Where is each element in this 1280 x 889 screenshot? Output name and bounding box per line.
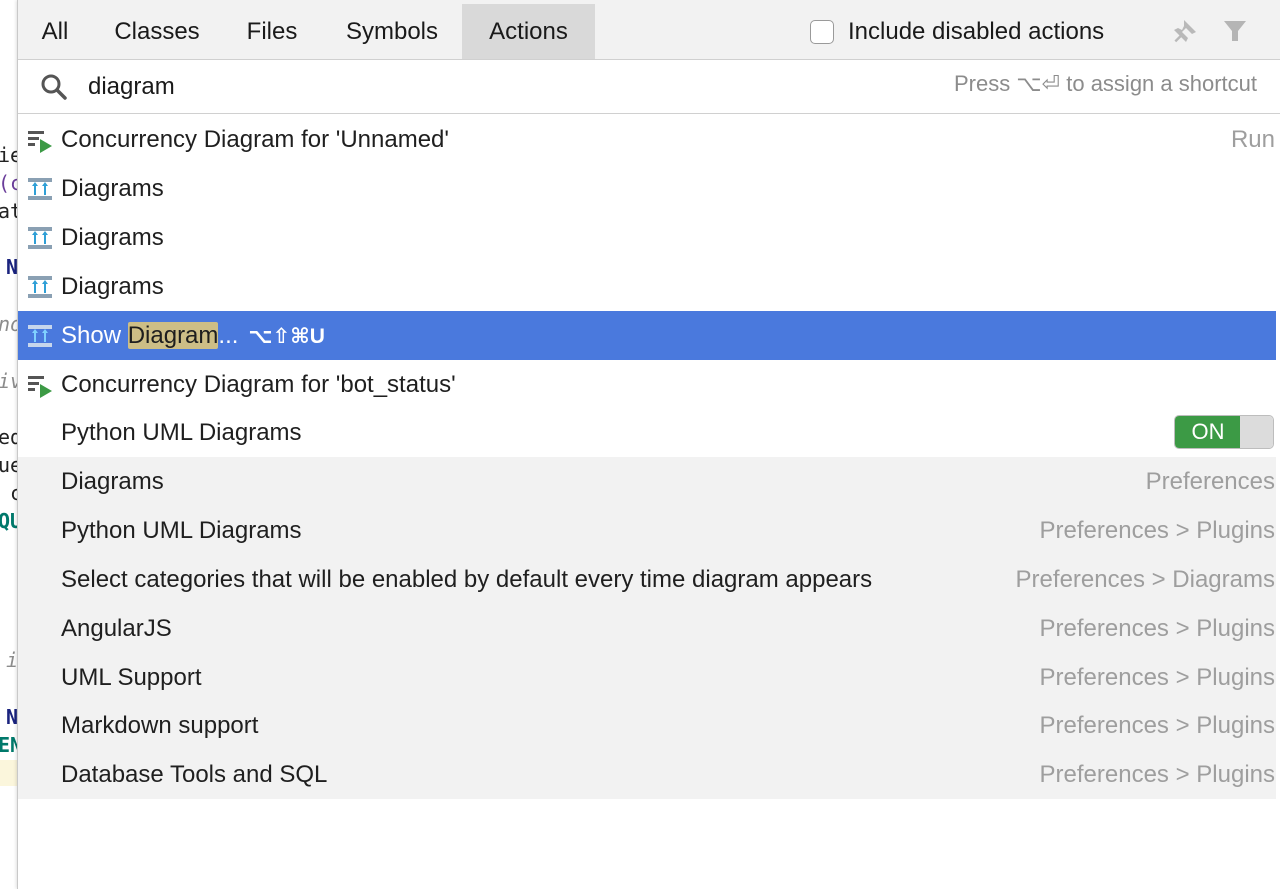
include-disabled-actions-option[interactable]: Include disabled actions bbox=[810, 17, 1104, 47]
assign-shortcut-hint: Press ⌥⏎ to assign a shortcut bbox=[953, 71, 1257, 96]
label-prefix: Show bbox=[61, 322, 128, 349]
editor-fragment: (c bbox=[0, 171, 18, 195]
tab-bar: All Classes Files Symbols Actions Includ… bbox=[18, 0, 1280, 60]
search-icon bbox=[41, 74, 67, 100]
result-item[interactable]: Diagrams bbox=[18, 262, 1276, 311]
editor-fragment: QU bbox=[0, 509, 18, 533]
background-editor: ie (c at N no iv ed ue c QU i N EN bbox=[0, 0, 18, 889]
diagram-icon bbox=[28, 276, 52, 298]
editor-fragment: ue bbox=[0, 453, 18, 477]
label-suffix: ... bbox=[218, 322, 239, 349]
run-concurrency-icon bbox=[28, 131, 52, 153]
preference-label: Select categories that will be enabled b… bbox=[61, 566, 873, 593]
keyboard-shortcut: ⌥⇧⌘U bbox=[248, 325, 325, 348]
result-label: Concurrency Diagram for 'bot_status' bbox=[61, 371, 456, 398]
diagram-icon bbox=[28, 325, 52, 347]
result-label: Python UML Diagrams bbox=[61, 419, 302, 446]
plugin-toggle[interactable]: ON bbox=[1174, 415, 1274, 449]
result-label: Concurrency Diagram for 'Unnamed' bbox=[61, 126, 449, 153]
preference-location: Preferences > Plugins bbox=[1039, 664, 1275, 691]
preference-item[interactable]: Diagrams Preferences bbox=[18, 457, 1276, 506]
preference-label: Database Tools and SQL bbox=[61, 761, 328, 788]
pin-icon[interactable] bbox=[1170, 16, 1200, 46]
search-match-highlight: Diagram bbox=[127, 322, 219, 349]
tab-actions[interactable]: Actions bbox=[462, 4, 595, 59]
tab-all[interactable]: All bbox=[18, 4, 92, 59]
preference-location: Preferences > Plugins bbox=[1039, 712, 1275, 739]
editor-fragment: ie bbox=[0, 143, 18, 167]
preference-label: Python UML Diagrams bbox=[61, 517, 302, 544]
include-disabled-checkbox[interactable] bbox=[810, 20, 834, 44]
editor-fragment: EN bbox=[0, 733, 18, 757]
diagram-icon bbox=[28, 178, 52, 200]
search-row: Press ⌥⏎ to assign a shortcut bbox=[18, 60, 1280, 114]
editor-line-highlight bbox=[0, 760, 18, 786]
include-disabled-label: Include disabled actions bbox=[848, 18, 1105, 45]
tab-classes[interactable]: Classes bbox=[92, 4, 222, 59]
result-item[interactable]: Diagrams bbox=[18, 164, 1276, 213]
result-item[interactable]: Python UML Diagrams ON bbox=[18, 408, 1276, 457]
diagram-icon bbox=[28, 227, 52, 249]
preference-location: Preferences > Plugins bbox=[1039, 517, 1275, 544]
preference-item[interactable]: Markdown support Preferences > Plugins bbox=[18, 701, 1276, 750]
editor-fragment: iv bbox=[0, 369, 18, 393]
result-item[interactable]: Diagrams bbox=[18, 213, 1276, 262]
result-item[interactable]: Concurrency Diagram for 'bot_status' bbox=[18, 360, 1276, 409]
editor-fragment: c bbox=[10, 481, 18, 505]
preference-location: Preferences > Plugins bbox=[1039, 615, 1275, 642]
result-item-selected[interactable]: Show Diagram... ⌥⇧⌘U bbox=[18, 311, 1276, 360]
search-everywhere-popup: All Classes Files Symbols Actions Includ… bbox=[17, 0, 1280, 889]
result-label: Diagrams bbox=[61, 224, 164, 251]
toggle-on-label: ON bbox=[1175, 416, 1241, 448]
preference-item[interactable]: Python UML Diagrams Preferences > Plugin… bbox=[18, 506, 1276, 555]
run-concurrency-icon bbox=[28, 376, 52, 398]
result-item[interactable]: Concurrency Diagram for 'Unnamed' Run bbox=[18, 115, 1276, 164]
preference-item[interactable]: UML Support Preferences > Plugins bbox=[18, 653, 1276, 702]
preference-label: AngularJS bbox=[61, 615, 172, 642]
tab-symbols[interactable]: Symbols bbox=[322, 4, 462, 59]
preference-label: Markdown support bbox=[61, 712, 259, 739]
editor-fragment: at bbox=[0, 199, 18, 223]
toggle-knob bbox=[1240, 416, 1273, 448]
preference-item[interactable]: AngularJS Preferences > Plugins bbox=[18, 604, 1276, 653]
tab-files[interactable]: Files bbox=[222, 4, 322, 59]
preference-location: Preferences > Plugins bbox=[1039, 761, 1275, 788]
preference-label: Diagrams bbox=[61, 468, 164, 495]
filter-icon[interactable] bbox=[1221, 17, 1249, 45]
preference-label: UML Support bbox=[61, 664, 202, 691]
result-label: Diagrams bbox=[61, 273, 164, 300]
editor-fragment: no bbox=[0, 312, 18, 336]
preference-location: Preferences > Diagrams bbox=[1015, 566, 1275, 593]
result-label: Diagrams bbox=[61, 175, 164, 202]
result-label: Show Diagram... ⌥⇧⌘U bbox=[61, 311, 325, 361]
preference-location: Preferences bbox=[1145, 468, 1275, 495]
editor-fragment: ed bbox=[0, 425, 18, 449]
search-input[interactable] bbox=[88, 69, 788, 105]
preference-item[interactable]: Database Tools and SQL Preferences > Plu… bbox=[18, 750, 1276, 799]
result-category: Run bbox=[1230, 126, 1275, 153]
preference-item[interactable]: Select categories that will be enabled b… bbox=[18, 555, 1276, 604]
